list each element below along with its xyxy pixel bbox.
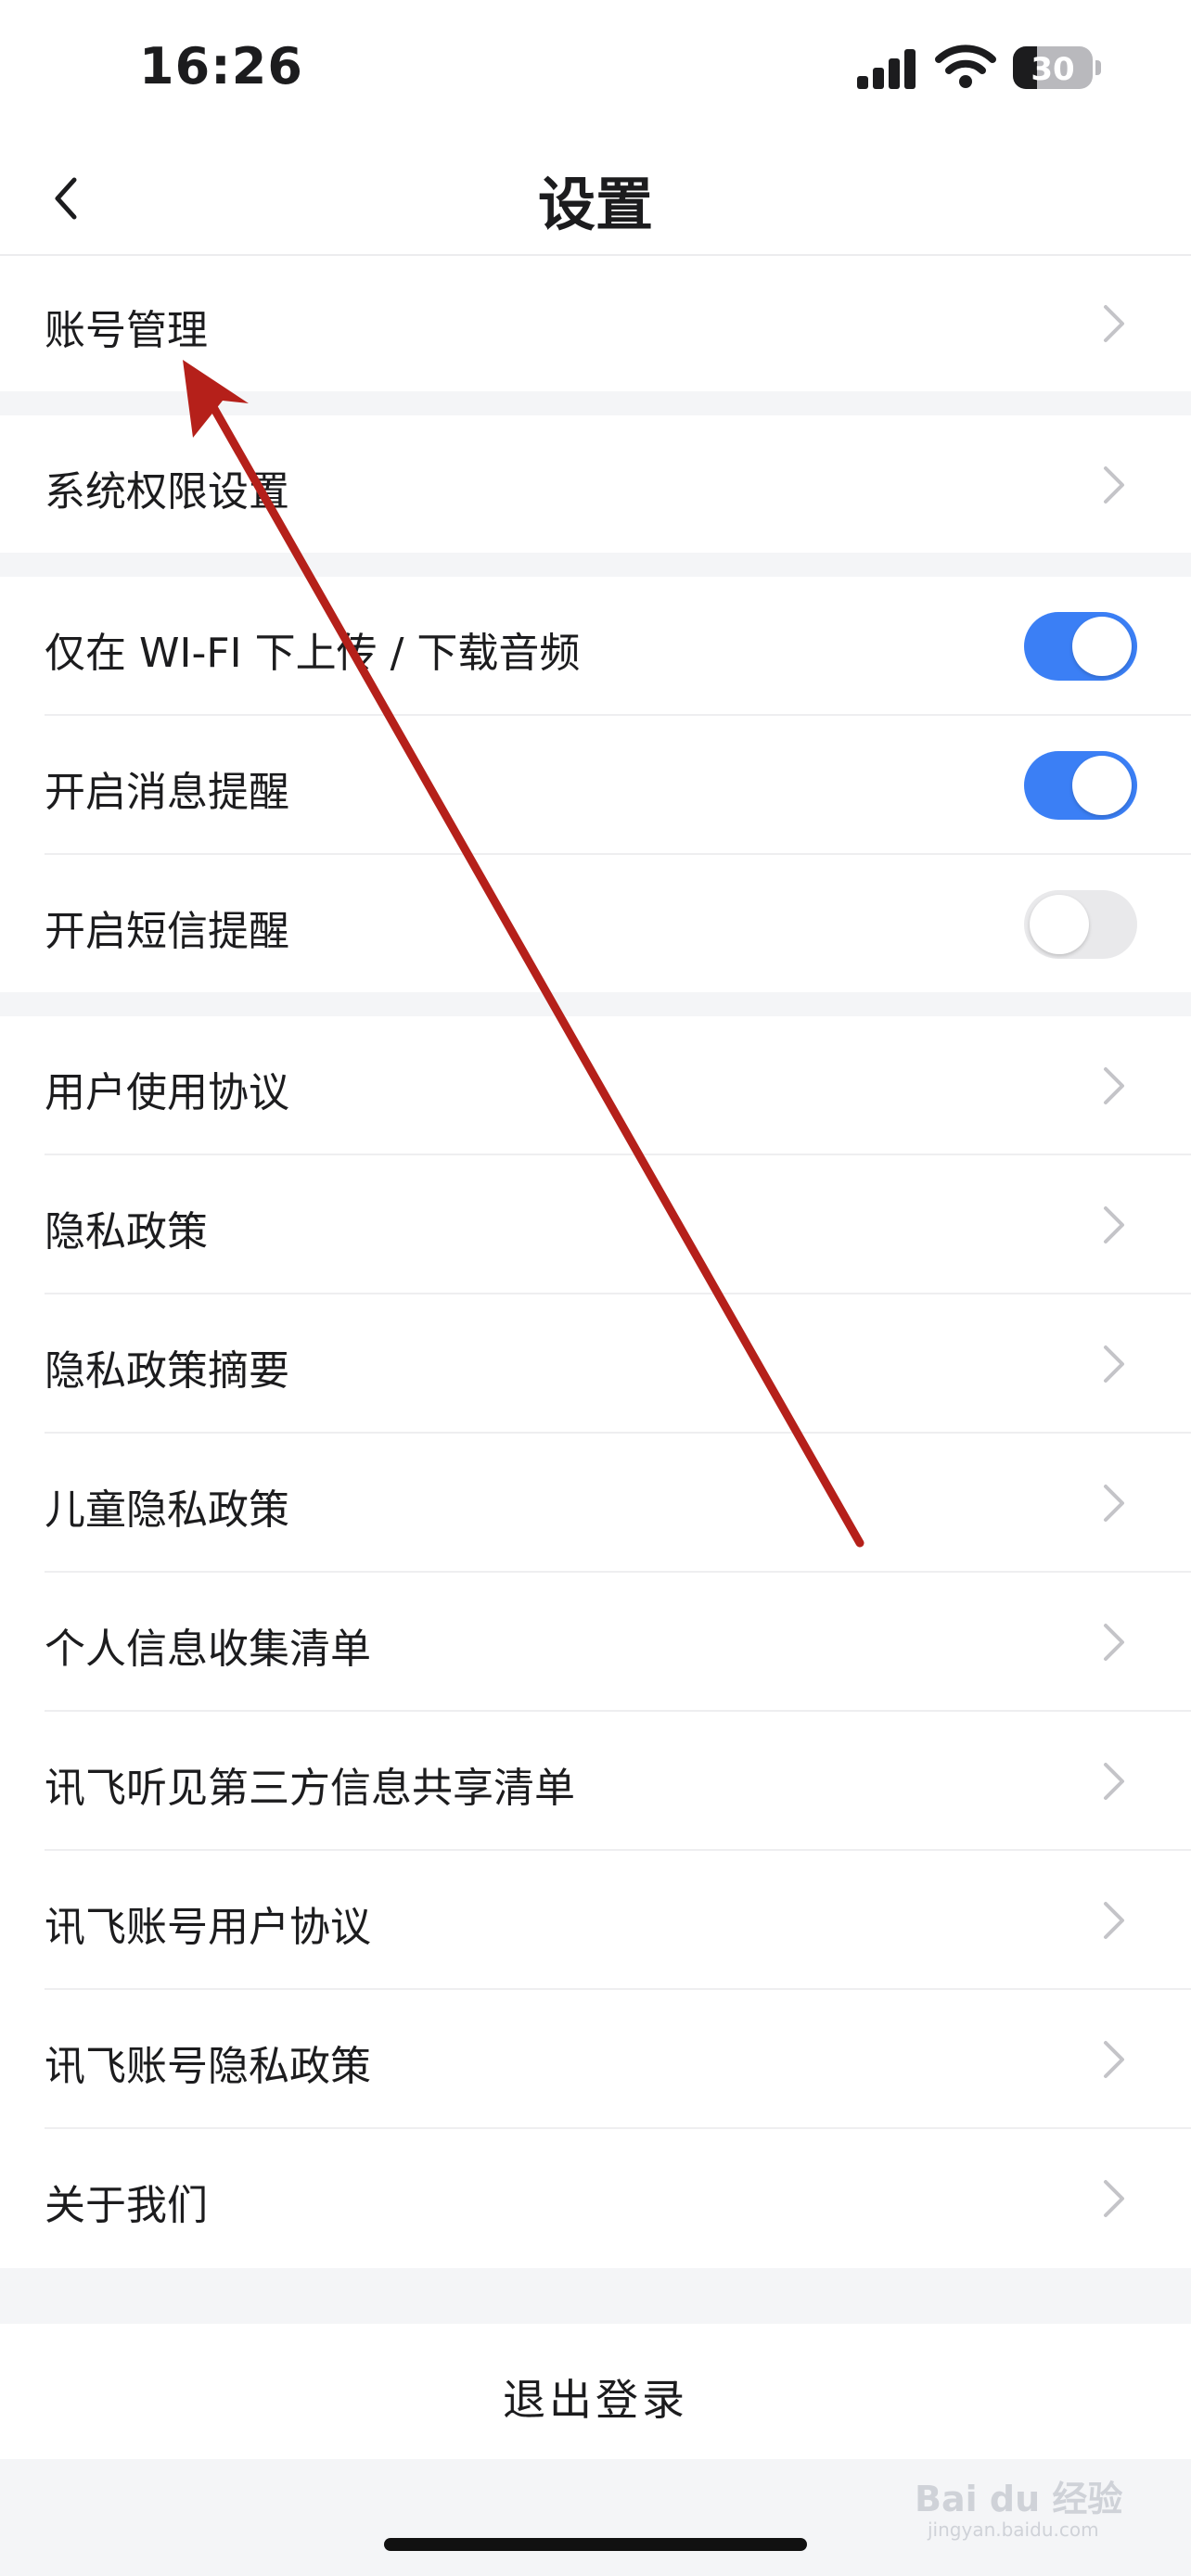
chevron-right-icon bbox=[1104, 1624, 1124, 1661]
status-bar: 16:26 30 bbox=[0, 0, 1191, 139]
wifi-only-toggle[interactable] bbox=[1024, 612, 1137, 681]
logout-label: 退出登录 bbox=[503, 2375, 688, 2425]
list-item[interactable]: 隐私政策摘要 bbox=[0, 1294, 1191, 1434]
list-item[interactable]: 讯飞听见第三方信息共享清单 bbox=[0, 1712, 1191, 1851]
toggle-row-wifi-only: 仅在 WI-FI 下上传 / 下载音频 bbox=[0, 577, 1191, 716]
account-group: 账号管理 bbox=[0, 256, 1191, 391]
chevron-right-icon bbox=[1104, 1763, 1124, 1800]
list-item-label: 用户使用协议 bbox=[45, 1069, 289, 1116]
list-item[interactable]: 关于我们 bbox=[0, 2129, 1191, 2268]
account-management-label: 账号管理 bbox=[45, 307, 208, 354]
sms-reminder-label: 开启短信提醒 bbox=[45, 908, 289, 955]
home-indicator[interactable] bbox=[384, 2538, 807, 2551]
sms-reminder-toggle[interactable] bbox=[1024, 890, 1137, 959]
links-group: 用户使用协议 隐私政策 隐私政策摘要 儿童隐私政策 个人信息收集清单 讯飞听见第… bbox=[0, 1016, 1191, 2268]
list-item-label: 儿童隐私政策 bbox=[45, 1486, 289, 1534]
list-item[interactable]: 用户使用协议 bbox=[0, 1016, 1191, 1155]
list-item-label: 隐私政策 bbox=[45, 1208, 208, 1256]
chevron-right-icon bbox=[1104, 1902, 1124, 1939]
list-item[interactable]: 讯飞账号隐私政策 bbox=[0, 1990, 1191, 2129]
toggle-row-sms-reminder: 开启短信提醒 bbox=[0, 855, 1191, 994]
system-permissions-label: 系统权限设置 bbox=[45, 468, 289, 516]
chevron-right-icon bbox=[1104, 1485, 1124, 1522]
battery-nub bbox=[1095, 60, 1101, 75]
watermark-url: jingyan.baidu.com bbox=[928, 2519, 1099, 2541]
battery-percent: 30 bbox=[1031, 51, 1075, 88]
toggle-knob bbox=[1072, 617, 1132, 676]
message-reminder-toggle[interactable] bbox=[1024, 751, 1137, 820]
list-item[interactable]: 隐私政策 bbox=[0, 1155, 1191, 1294]
baidu-jingyan-watermark: Bai du 经验 bbox=[915, 2479, 1123, 2519]
account-management-item[interactable]: 账号管理 bbox=[0, 256, 1191, 391]
list-item-label: 关于我们 bbox=[45, 2182, 208, 2229]
system-permissions-item[interactable]: 系统权限设置 bbox=[0, 415, 1191, 553]
status-time: 16:26 bbox=[139, 37, 303, 96]
chevron-right-icon bbox=[1104, 1206, 1124, 1243]
list-item[interactable]: 讯飞账号用户协议 bbox=[0, 1851, 1191, 1990]
chevron-right-icon bbox=[1104, 1345, 1124, 1383]
chevron-right-icon bbox=[1104, 305, 1124, 342]
page-title: 设置 bbox=[537, 171, 653, 238]
chevron-right-icon bbox=[1104, 466, 1124, 504]
message-reminder-label: 开启消息提醒 bbox=[45, 769, 289, 816]
list-item-label: 讯飞账号隐私政策 bbox=[45, 2043, 371, 2090]
cellular-signal-icon bbox=[857, 49, 916, 89]
chevron-right-icon bbox=[1104, 2180, 1124, 2217]
wifi-only-label: 仅在 WI-FI 下上传 / 下载音频 bbox=[45, 630, 581, 677]
list-item-label: 隐私政策摘要 bbox=[45, 1347, 289, 1395]
chevron-right-icon bbox=[1104, 2041, 1124, 2078]
list-item-label: 讯飞账号用户协议 bbox=[45, 1904, 371, 1951]
wifi-icon bbox=[935, 45, 996, 88]
toggles-group: 仅在 WI-FI 下上传 / 下载音频 开启消息提醒 开启短信提醒 bbox=[0, 577, 1191, 992]
toggle-knob bbox=[1072, 756, 1132, 815]
list-item[interactable]: 个人信息收集清单 bbox=[0, 1573, 1191, 1712]
logout-button[interactable]: 退出登录 bbox=[0, 2324, 1191, 2459]
nav-bar: 设置 bbox=[0, 139, 1191, 256]
permissions-group: 系统权限设置 bbox=[0, 415, 1191, 553]
toggle-row-message-reminder: 开启消息提醒 bbox=[0, 716, 1191, 855]
list-item[interactable]: 儿童隐私政策 bbox=[0, 1434, 1191, 1573]
list-item-label: 讯飞听见第三方信息共享清单 bbox=[45, 1765, 575, 1812]
battery-icon: 30 bbox=[1013, 46, 1093, 89]
chevron-right-icon bbox=[1104, 1067, 1124, 1104]
toggle-knob bbox=[1030, 895, 1089, 954]
list-item-label: 个人信息收集清单 bbox=[45, 1626, 371, 1673]
